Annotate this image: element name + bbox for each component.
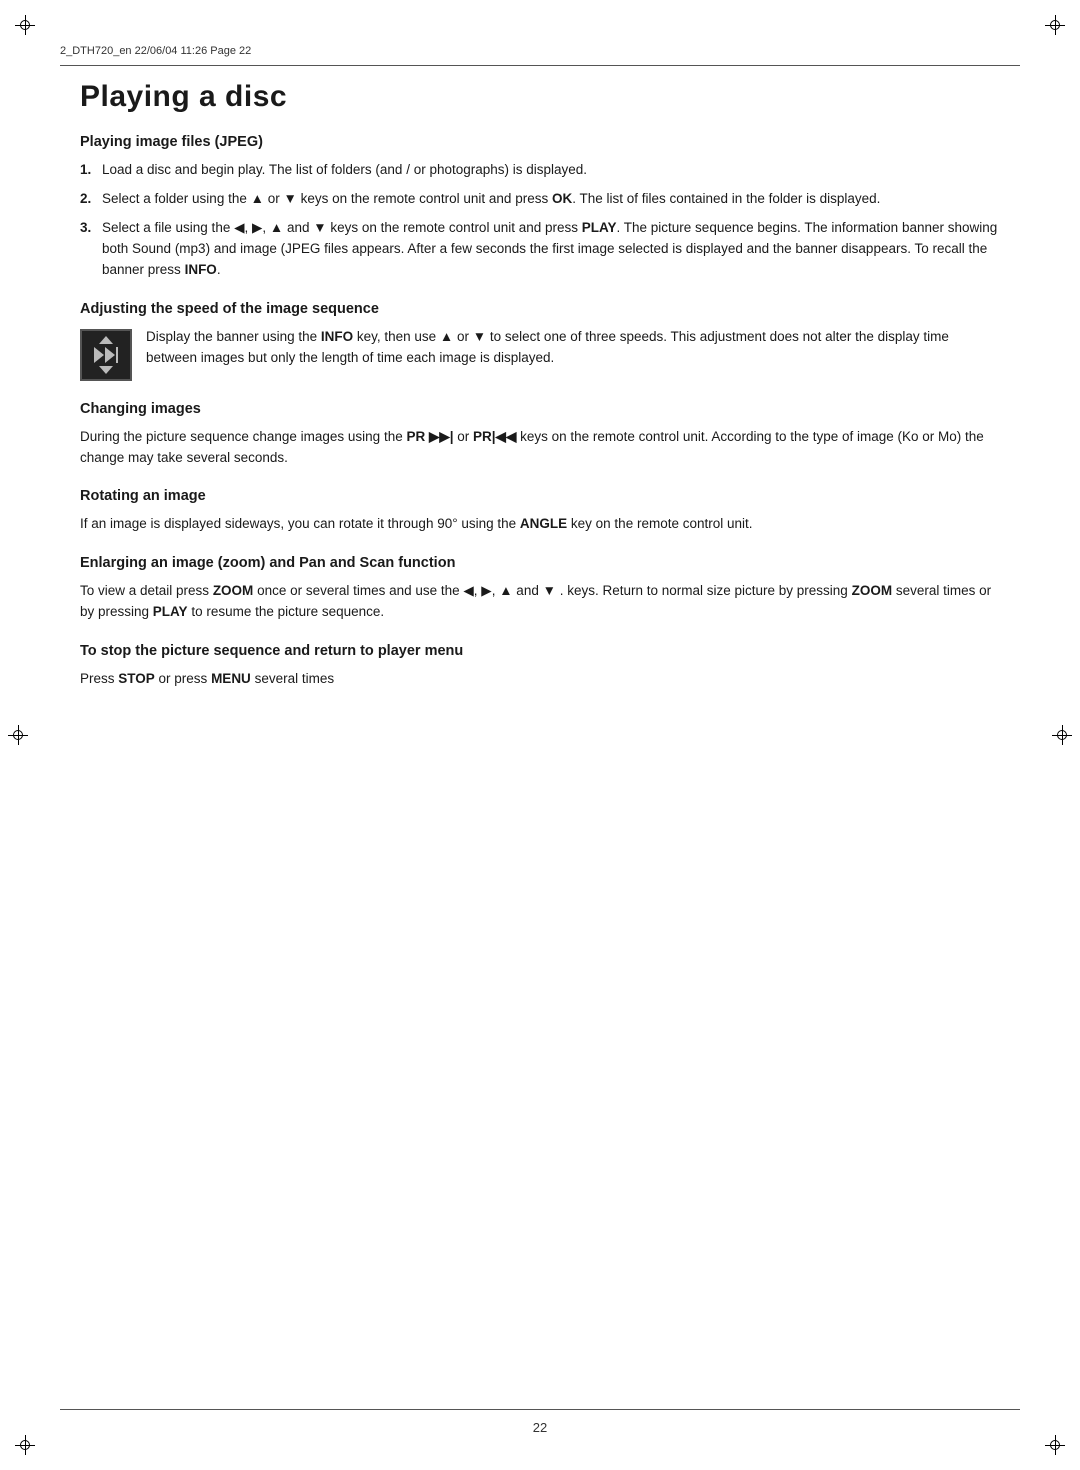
list-content-2: Select a folder using the ▲ or ▼ keys on… <box>102 189 1000 210</box>
page-title: Playing a disc <box>80 80 1000 114</box>
arrow-up-icon <box>99 336 113 344</box>
reg-mark-top-right <box>1045 15 1065 35</box>
reg-mark-right-mid <box>1052 725 1072 745</box>
list-number-3: 3. <box>80 218 102 239</box>
reg-mark-bottom-right <box>1045 1435 1065 1455</box>
section-heading-stop: To stop the picture sequence and return … <box>80 643 1000 659</box>
list-content-1: Load a disc and begin play. The list of … <box>102 160 1000 181</box>
reg-mark-top-left <box>15 15 35 35</box>
page-number: 22 <box>533 1420 547 1435</box>
section-heading-changing: Changing images <box>80 401 1000 417</box>
arrow-down-icon <box>99 366 113 374</box>
jpeg-steps-list: 1. Load a disc and begin play. The list … <box>80 160 1000 281</box>
changing-description: During the picture sequence change image… <box>80 427 1000 469</box>
enlarging-description: To view a detail press ZOOM once or seve… <box>80 581 1000 623</box>
speed-icon-inner <box>90 339 122 371</box>
section-heading-rotating: Rotating an image <box>80 488 1000 504</box>
list-item: 1. Load a disc and begin play. The list … <box>80 160 1000 181</box>
right-arrow-2 <box>105 347 115 363</box>
list-item: 3. Select a file using the ◀, ▶, ▲ and ▼… <box>80 218 1000 281</box>
section-heading-jpeg: Playing image files (JPEG) <box>80 134 1000 150</box>
icon-content <box>94 336 118 374</box>
reg-mark-left-mid <box>8 725 28 745</box>
bottom-horizontal-rule <box>60 1409 1020 1410</box>
bar <box>116 347 118 363</box>
list-number-2: 2. <box>80 189 102 210</box>
speed-description: Display the banner using the INFO key, t… <box>146 327 1000 369</box>
list-content-3: Select a file using the ◀, ▶, ▲ and ▼ ke… <box>102 218 1000 281</box>
speed-section-with-icon: Display the banner using the INFO key, t… <box>80 327 1000 381</box>
reg-mark-bottom-left <box>15 1435 35 1455</box>
top-horizontal-rule <box>60 65 1020 66</box>
list-number-1: 1. <box>80 160 102 181</box>
section-heading-speed: Adjusting the speed of the image sequenc… <box>80 301 1000 317</box>
ff-arrows <box>94 347 118 363</box>
right-arrow-1 <box>94 347 104 363</box>
rotating-description: If an image is displayed sideways, you c… <box>80 514 1000 535</box>
list-item: 2. Select a folder using the ▲ or ▼ keys… <box>80 189 1000 210</box>
stop-description: Press STOP or press MENU several times <box>80 669 1000 690</box>
section-heading-enlarging: Enlarging an image (zoom) and Pan and Sc… <box>80 555 1000 571</box>
header-text: 2_DTH720_en 22/06/04 11:26 Page 22 <box>60 45 1020 57</box>
speed-icon <box>80 329 132 381</box>
main-content: Playing a disc Playing image files (JPEG… <box>80 80 1000 1390</box>
